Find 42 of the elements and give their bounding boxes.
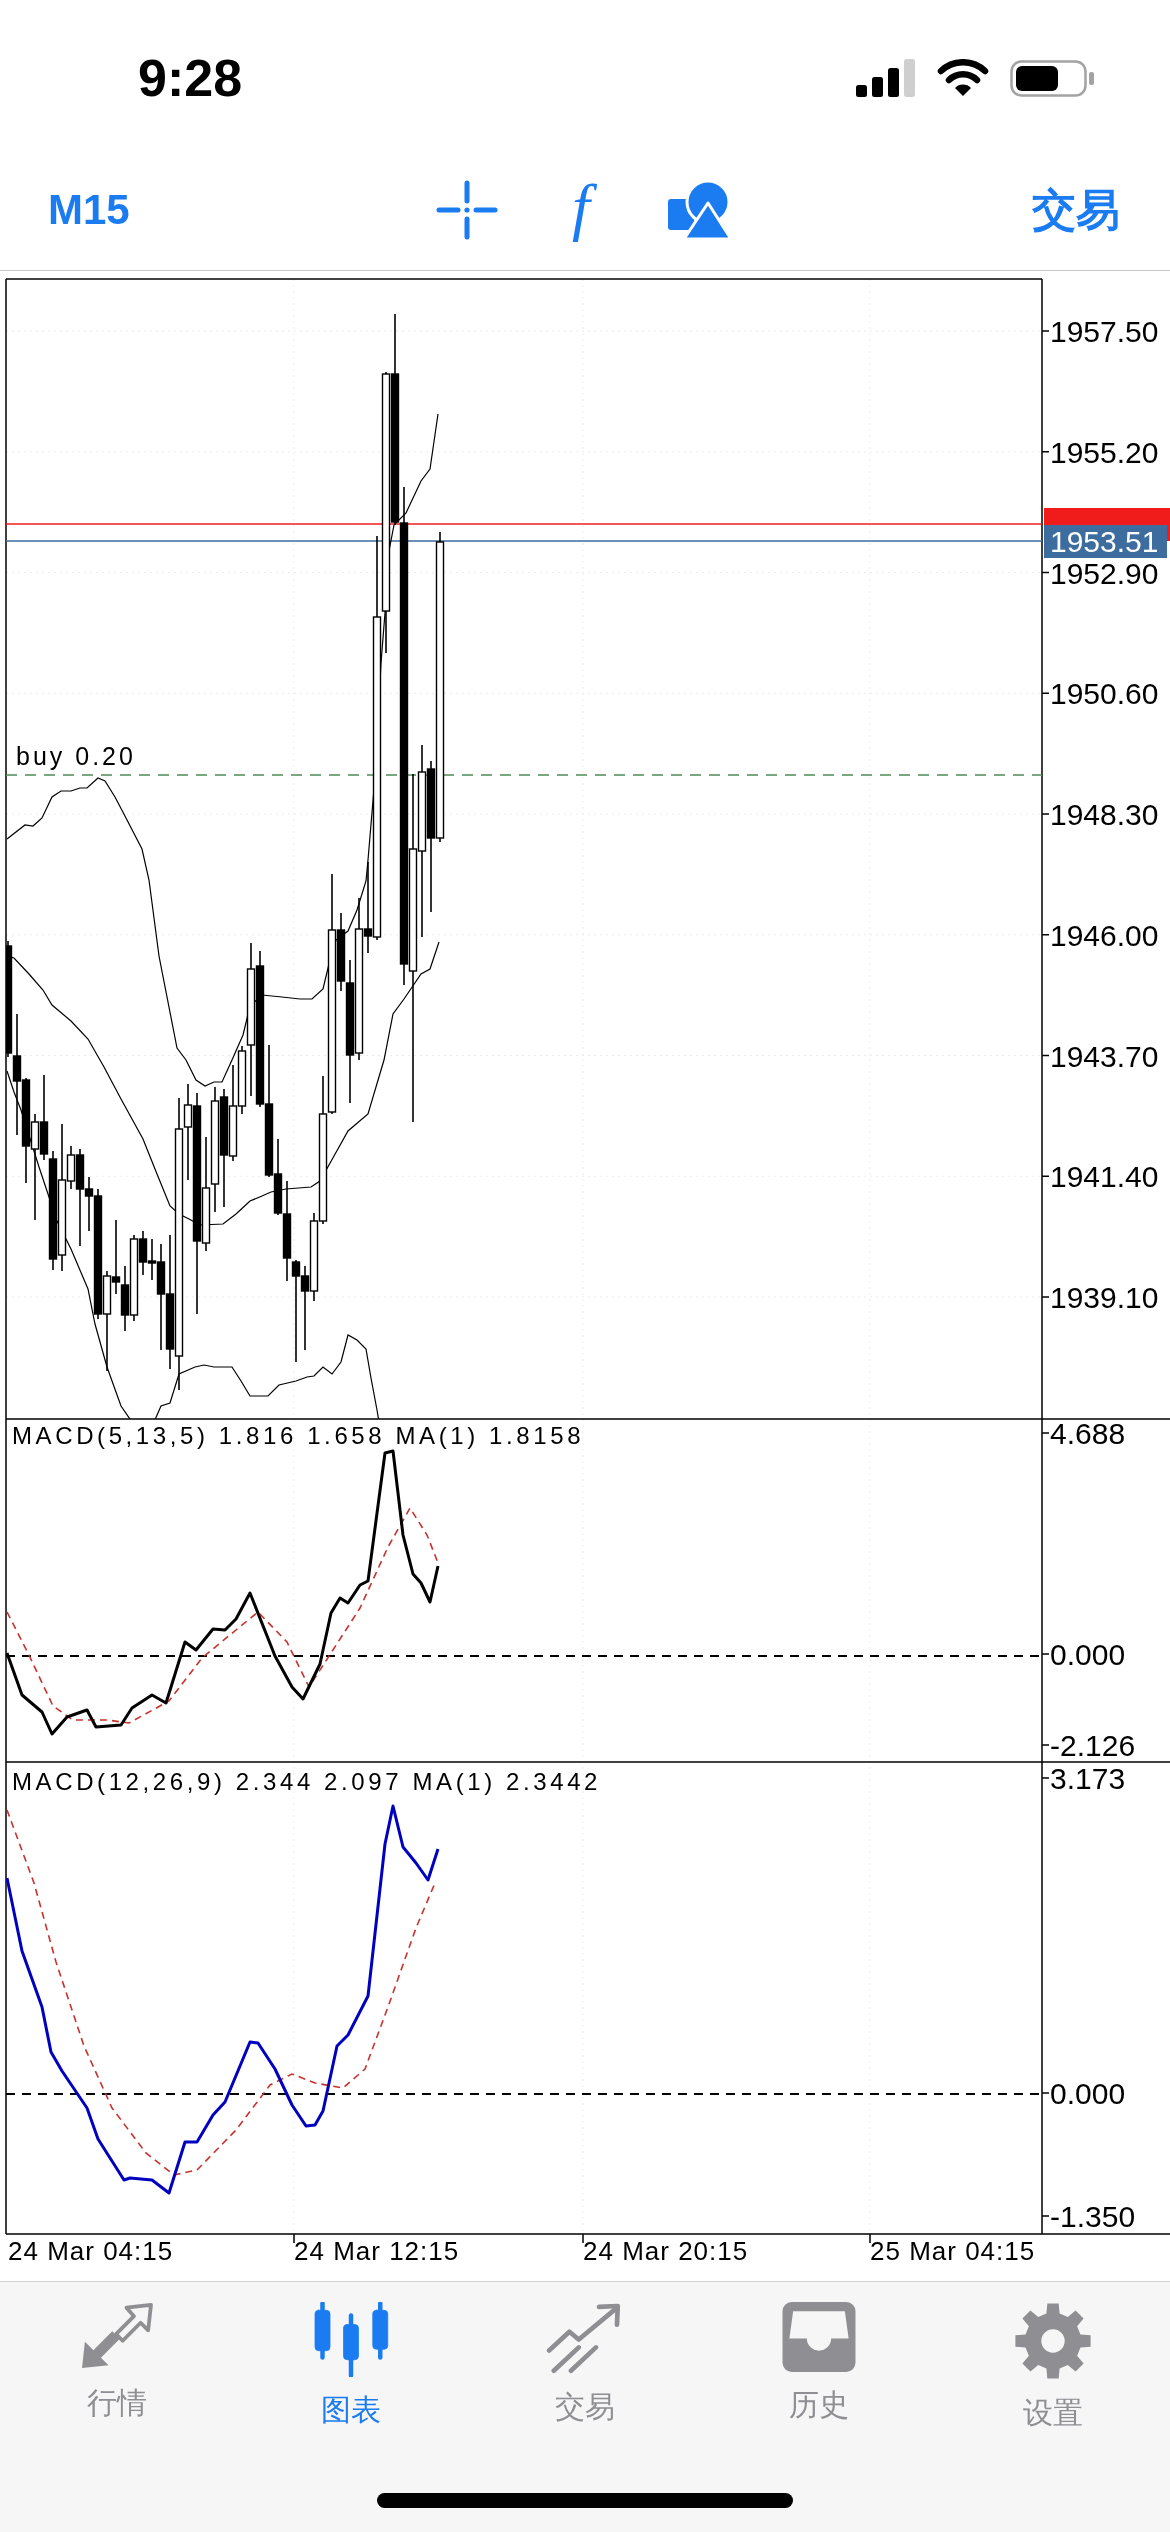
axis-label: 0.000 bbox=[1050, 2076, 1126, 2110]
axis-label: 0.000 bbox=[1050, 1637, 1126, 1671]
settings-icon bbox=[1014, 2302, 1092, 2380]
axis-label: 1952.90 bbox=[1050, 556, 1159, 589]
time-axis-label: 24 Mar 20:15 bbox=[583, 2236, 749, 2266]
axis-label: 1946.00 bbox=[1050, 918, 1159, 952]
tab-button[interactable]: 设置 bbox=[994, 2302, 1112, 2429]
indicator-label: MACD(5,13,5) 1.816 1.658 MA(1) 1.8158 bbox=[12, 1422, 585, 1450]
tab-button[interactable]: 行情 bbox=[59, 2302, 175, 2429]
shapes-icon[interactable] bbox=[667, 180, 732, 240]
time-axis-label: 24 Mar 04:15 bbox=[8, 2236, 174, 2266]
status-time: 9:28 bbox=[138, 52, 243, 104]
crosshair-icon[interactable] bbox=[436, 180, 499, 240]
order-label: buy 0.20 bbox=[16, 743, 136, 771]
axis-label: 1941.40 bbox=[1050, 1159, 1159, 1193]
time-axis-label: 25 Mar 04:15 bbox=[870, 2236, 1036, 2266]
arrows-icon bbox=[79, 2302, 155, 2370]
time-axis-label: 24 Mar 12:15 bbox=[294, 2236, 460, 2266]
candlestick-icon bbox=[312, 2302, 390, 2377]
tab-button[interactable]: 交易 bbox=[526, 2302, 644, 2429]
axis-label: 1939.10 bbox=[1050, 1280, 1159, 1314]
axis-label: -2.126 bbox=[1050, 1728, 1136, 1762]
timeframe-button[interactable]: M15 bbox=[48, 189, 130, 231]
wifi-icon bbox=[937, 59, 989, 97]
axis-label: 1950.60 bbox=[1050, 676, 1159, 710]
function-button[interactable]: f bbox=[568, 175, 598, 245]
indicator-label: MACD(12,26,9) 2.344 2.097 MA(1) 2.3442 bbox=[12, 1768, 602, 1796]
tab-button[interactable]: 历史 bbox=[761, 2302, 877, 2429]
trade-button[interactable]: 交易 bbox=[1032, 188, 1120, 232]
price-marker: 1953.51 bbox=[1044, 525, 1167, 558]
axis-label: 1948.30 bbox=[1050, 797, 1159, 831]
axis-label: 1955.20 bbox=[1050, 435, 1159, 469]
battery-icon bbox=[1010, 59, 1094, 97]
candlestick bbox=[120, 1265, 130, 1332]
axis-label: 3.173 bbox=[1050, 1761, 1126, 1795]
axis-label: 1957.50 bbox=[1050, 314, 1159, 348]
axis-label: -1.350 bbox=[1050, 2199, 1136, 2233]
axis-label: 4.688 bbox=[1050, 1416, 1126, 1450]
axis-label: 1943.70 bbox=[1050, 1039, 1159, 1072]
tray-icon bbox=[781, 2302, 857, 2372]
signal-icon bbox=[856, 59, 916, 97]
tab-button[interactable]: 图表 bbox=[292, 2302, 410, 2429]
